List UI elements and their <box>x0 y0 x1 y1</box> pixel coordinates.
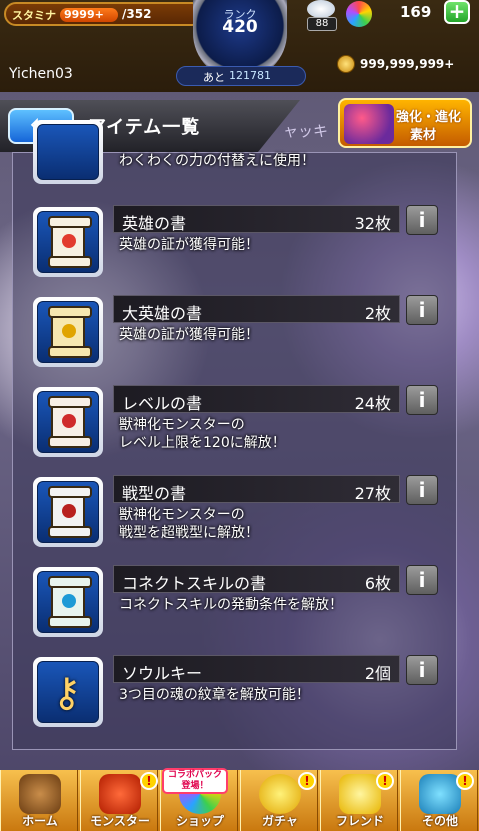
rank-remaining-value: 121781 <box>229 69 271 82</box>
item-count: 27枚 <box>354 484 391 503</box>
battle-type-book-icon <box>33 477 103 547</box>
soul-key-icon: ⚷ <box>33 657 103 727</box>
tab-home[interactable]: ホーム <box>0 770 78 831</box>
other-menu-icon <box>419 774 461 814</box>
monster-alert-badge: ! <box>140 772 158 790</box>
list-item-hero-book[interactable]: 英雄の書 32枚 i 英雄の証が獲得可能！ <box>33 203 458 283</box>
item-count: 6枚 <box>364 574 391 593</box>
bottom-nav: ホーム モンスター ショップ ガチャ フレンド その他 <box>0 770 479 831</box>
friend-icon <box>339 774 381 814</box>
stamina-label: スタミナ <box>12 9 56 22</box>
tab-label: フレンド <box>335 814 384 828</box>
item-info-button[interactable]: i <box>406 565 438 595</box>
item-name: レベルの書 <box>122 394 203 413</box>
rank-exp-remaining: あと 121781 <box>176 66 306 86</box>
item-description: 3つ目の魂の紋章を解放可能！ <box>119 687 310 703</box>
item-count: 2枚 <box>364 304 391 323</box>
gold-coin-icon <box>337 55 355 73</box>
item-name-bar: 大英雄の書 2枚 <box>113 295 400 323</box>
collab-pack-badge: コラボパック 登場！ <box>162 768 228 794</box>
tab-label: モンスター <box>90 814 150 828</box>
item-name: 戦型の書 <box>122 484 187 503</box>
tab-label: ホーム <box>22 814 58 828</box>
tab-label: その他 <box>421 814 458 828</box>
item-thumbnail <box>33 120 103 184</box>
connect-skill-book-icon <box>33 567 103 637</box>
gacha-egg-icon <box>259 774 301 814</box>
list-item-connect-skill-book[interactable]: コネクトスキルの書 6枚 i コネクトスキルの発動条件を解放！ <box>33 563 458 643</box>
item-description: 獣神化モンスターの 戦型を超戦型に解放！ <box>119 507 259 541</box>
list-item-great-hero-book[interactable]: 大英雄の書 2枚 i 英雄の証が獲得可能！ <box>33 293 458 373</box>
item-description: 英雄の証が獲得可能！ <box>119 237 259 253</box>
item-description: コネクトスキルの発動条件を解放！ <box>119 597 343 613</box>
item-name: 大英雄の書 <box>122 304 203 323</box>
item-description: わくわくの力の付替えに使用！ <box>119 153 315 169</box>
orb-count: 169 <box>400 3 432 21</box>
gold-amount: 999,999,999+ <box>360 57 455 71</box>
collab-pack-label: コラボパック <box>167 770 222 780</box>
monster-icon <box>99 774 141 814</box>
badge-counter[interactable]: 88 <box>303 0 341 34</box>
item-name: ソウルキー <box>122 664 203 683</box>
item-info-button[interactable]: i <box>406 205 438 235</box>
gacha-alert-badge: ! <box>298 772 316 790</box>
add-orb-button[interactable]: + <box>444 0 470 24</box>
rank-remaining-label: あと <box>203 71 225 84</box>
item-name-bar: コネクトスキルの書 6枚 <box>113 565 400 593</box>
stamina-max: /352 <box>122 7 152 21</box>
item-name: コネクトスキルの書 <box>122 574 267 593</box>
item-info-button[interactable]: i <box>406 655 438 685</box>
item-name-bar: ソウルキー 2個 <box>113 655 400 683</box>
item-name-partial: ャッキ <box>283 122 329 140</box>
username: Yichen03 <box>9 66 73 82</box>
list-item-battle-type-book[interactable]: 戦型の書 27枚 i 獣神化モンスターの 戦型を超戦型に解放！ <box>33 473 458 553</box>
item-name: 英雄の書 <box>122 214 187 233</box>
item-count: 2個 <box>364 664 391 683</box>
item-description: 獣神化モンスターの レベル上限を120に解放！ <box>119 417 286 451</box>
item-description: 英雄の証が獲得可能！ <box>119 327 259 343</box>
orb-icon <box>346 1 372 27</box>
list-item-level-book[interactable]: レベルの書 24枚 i 獣神化モンスターの レベル上限を120に解放！ <box>33 383 458 463</box>
level-book-icon <box>33 387 103 457</box>
item-name-bar: 英雄の書 32枚 <box>113 205 400 233</box>
item-name-bar: レベルの書 24枚 <box>113 385 400 413</box>
friend-alert-badge: ! <box>376 772 394 790</box>
item-info-button[interactable]: i <box>406 385 438 415</box>
rank-value: 420 <box>222 17 258 37</box>
badge-icon <box>307 0 335 18</box>
item-count: 24枚 <box>354 394 391 413</box>
item-name-bar: 戦型の書 27枚 <box>113 475 400 503</box>
item-info-button[interactable]: i <box>406 295 438 325</box>
stamina-current: 9999+ <box>64 8 104 21</box>
collab-pack-sublabel: 登場！ <box>181 781 209 791</box>
list-item-soul-key[interactable]: ⚷ ソウルキー 2個 i 3つ目の魂の紋章を解放可能！ <box>33 653 458 733</box>
stamina-meter: スタミナ 9999+ /352 <box>4 2 204 26</box>
tab-label: ショップ <box>175 814 224 828</box>
other-alert-badge: ! <box>456 772 474 790</box>
badge-count: 88 <box>307 17 337 31</box>
list-item-partial[interactable]: ャッキ わくわくの力の付替えに使用！ <box>33 120 458 184</box>
item-count: 32枚 <box>354 214 391 233</box>
tab-label: ガチャ <box>262 814 298 828</box>
hero-book-icon <box>33 207 103 277</box>
home-icon <box>19 774 61 814</box>
item-info-button[interactable]: i <box>406 475 438 505</box>
great-hero-book-icon <box>33 297 103 367</box>
